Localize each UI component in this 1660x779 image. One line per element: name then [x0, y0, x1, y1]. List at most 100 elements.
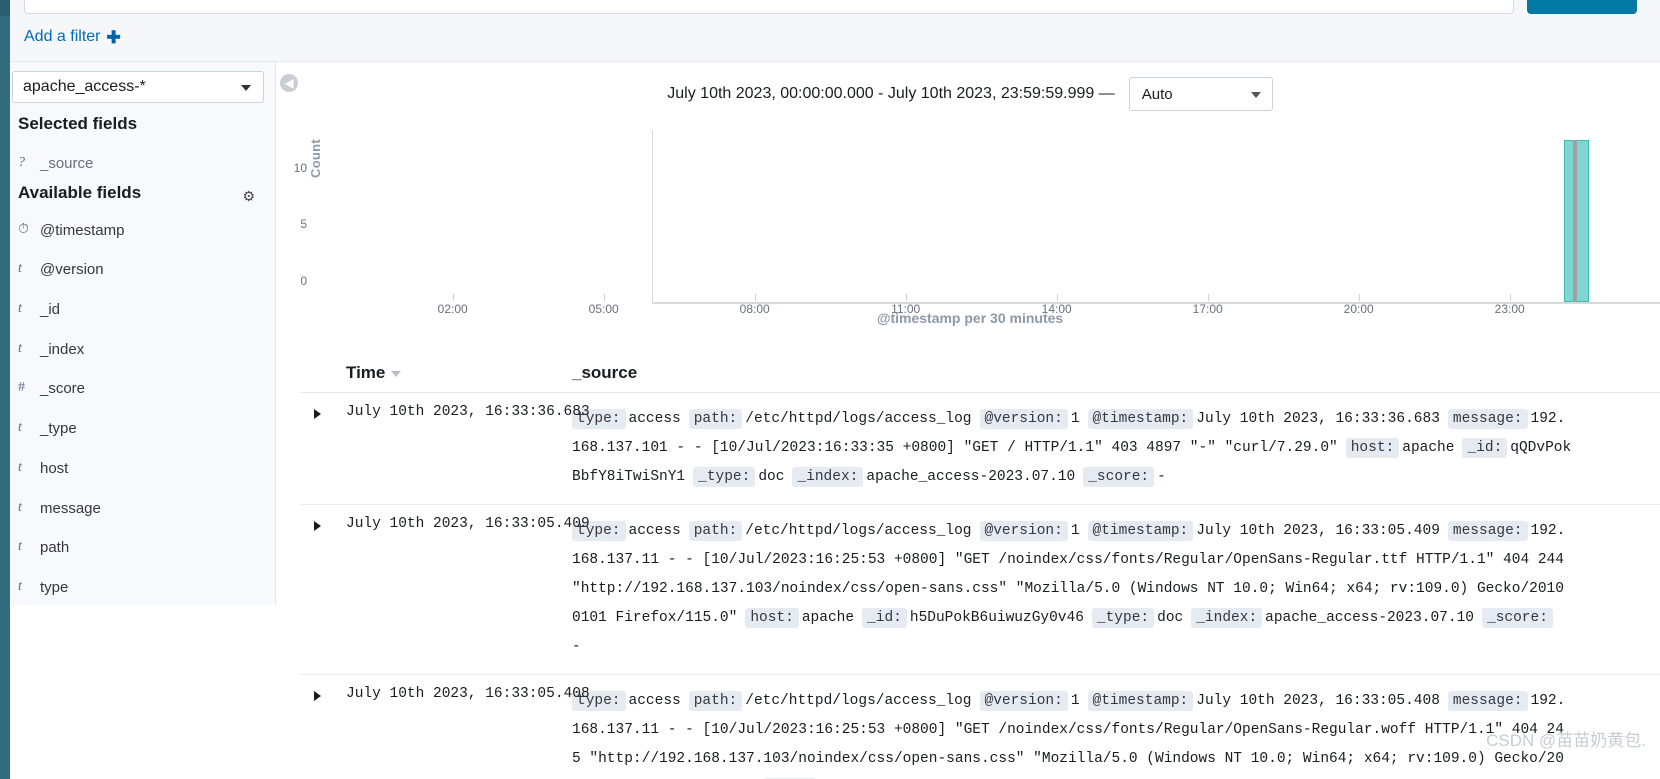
field-type-text-icon: t: [18, 420, 22, 435]
field-sidebar: apache_access-* Selected fields ? _sourc…: [0, 62, 276, 605]
left-rail-sidebar: [0, 62, 10, 605]
column-header-source[interactable]: _source: [572, 363, 637, 383]
table-header-row: Time _source: [300, 355, 1660, 393]
interval-value: Auto: [1141, 85, 1173, 103]
search-button[interactable]: [1527, 0, 1637, 14]
sidebar-field-score[interactable]: # _score: [18, 375, 258, 401]
field-type-text-icon: t: [18, 539, 22, 554]
query-input[interactable]: [24, 0, 1514, 14]
histogram-bar[interactable]: [1564, 140, 1589, 302]
x-tick-label: 20:00: [1343, 302, 1374, 316]
chevron-left-icon[interactable]: ◀: [280, 74, 298, 92]
source-field-value: apache_access-2023.07.10: [866, 469, 1076, 485]
documents-table: Time _source July 10th 2023, 16:33:36.68…: [300, 355, 1660, 779]
expand-row-icon[interactable]: [314, 691, 321, 701]
x-tick-mark: [1358, 294, 1360, 301]
column-header-time[interactable]: Time: [346, 363, 402, 383]
source-field-key: _score:: [1083, 467, 1155, 487]
field-name: message: [40, 499, 101, 517]
source-field-value: access: [628, 693, 681, 709]
field-name: type: [40, 578, 69, 596]
source-field-key: _id:: [862, 608, 907, 628]
source-field-key: @timestamp:: [1087, 521, 1194, 541]
field-name: @timestamp: [40, 221, 125, 239]
source-field-key: @version:: [979, 521, 1068, 541]
sort-desc-icon[interactable]: [391, 370, 402, 377]
source-field-key: message:: [1447, 409, 1528, 429]
expand-row-icon[interactable]: [314, 521, 321, 531]
index-pattern-value: apache_access-*: [23, 78, 146, 95]
source-field-key: path:: [688, 409, 743, 429]
cell-time: July 10th 2023, 16:33:05.408: [346, 686, 590, 702]
sidebar-field-timestamp[interactable]: ⏱ @timestamp: [18, 217, 258, 243]
source-field-value: 1: [1070, 693, 1080, 709]
sidebar-field-type-meta[interactable]: t _type: [18, 415, 258, 441]
source-field-value: access: [628, 523, 681, 539]
index-pattern-select[interactable]: apache_access-*: [12, 71, 264, 103]
add-filter-label: Add a filter: [24, 28, 101, 45]
source-field-key: _type:: [1091, 608, 1155, 628]
x-tick-label: 23:00: [1494, 302, 1525, 316]
source-field-value: /etc/httpd/logs/access_log: [745, 693, 972, 709]
filter-bar: Add a filter ✚: [0, 16, 1660, 62]
source-field-key: path:: [688, 691, 743, 711]
chart-y-axis-title: Count: [308, 138, 323, 178]
source-field-value: access: [628, 411, 681, 427]
table-row[interactable]: July 10th 2023, 16:33:05.409 type: access p…: [300, 505, 1660, 675]
sidebar-field-path[interactable]: t path: [18, 534, 258, 560]
chart-plot-area[interactable]: [652, 130, 1660, 302]
table-body: July 10th 2023, 16:33:36.683 type: access p…: [300, 393, 1660, 779]
x-tick-label: 17:00: [1192, 302, 1223, 316]
source-field-key: _index:: [1191, 608, 1263, 628]
source-field-value: July 10th 2023, 16:33:05.409: [1196, 523, 1440, 539]
field-name: _id: [40, 300, 61, 318]
source-field-value: apache: [801, 610, 855, 626]
field-type-unknown-icon: ?: [18, 155, 25, 170]
time-range-header: July 10th 2023, 00:00:00.000 - July 10th…: [300, 74, 1640, 114]
field-type-text-icon: t: [18, 301, 22, 316]
source-field-key: @version:: [979, 409, 1068, 429]
sidebar-field-host[interactable]: t host: [18, 455, 258, 481]
field-type-text-icon: t: [18, 579, 22, 594]
sidebar-field-index[interactable]: t _index: [18, 336, 258, 362]
cell-source: type: access path:/etc/httpd/logs/access_l…: [572, 405, 1572, 492]
field-name: @version: [40, 260, 104, 278]
add-filter-button[interactable]: Add a filter ✚: [24, 28, 121, 46]
cell-time: July 10th 2023, 16:33:36.683: [346, 404, 590, 420]
sidebar-field-version[interactable]: t @version: [18, 256, 258, 282]
time-range-label[interactable]: July 10th 2023, 00:00:00.000 - July 10th…: [667, 85, 1114, 103]
source-field-key: _score:: [1482, 608, 1553, 628]
x-tick-label: 02:00: [437, 302, 468, 316]
x-tick-mark: [1056, 294, 1058, 301]
chevron-down-icon: [241, 85, 251, 91]
expand-row-icon[interactable]: [314, 409, 321, 419]
source-field-value: 1: [1070, 523, 1080, 539]
sidebar-field-id[interactable]: t _id: [18, 296, 258, 322]
table-row[interactable]: July 10th 2023, 16:33:05.408 type: access p…: [300, 675, 1660, 779]
x-tick-mark: [905, 294, 907, 301]
field-type-text-icon: t: [18, 500, 22, 515]
interval-select[interactable]: Auto: [1128, 77, 1273, 111]
sidebar-field-message[interactable]: t message: [18, 495, 258, 521]
sidebar-field-type[interactable]: t type: [18, 574, 258, 600]
available-fields-heading: Available fields: [18, 183, 142, 202]
field-name: path: [40, 538, 70, 556]
source-field-value: apache_access-2023.07.10: [1265, 610, 1474, 626]
table-row[interactable]: July 10th 2023, 16:33:36.683 type: access p…: [300, 393, 1660, 505]
source-field-value: doc: [758, 469, 785, 485]
field-name: _score: [40, 379, 86, 397]
source-field-key: _type:: [693, 467, 756, 487]
gear-icon[interactable]: ⚙: [242, 188, 255, 205]
sidebar-field-_source[interactable]: ? _source: [18, 150, 258, 176]
chart-x-axis-title: @timestamp per 30 minutes: [876, 310, 1064, 326]
source-field-value: /etc/httpd/logs/access_log: [745, 411, 972, 427]
source-field-key: path:: [688, 521, 743, 541]
source-field-value: July 10th 2023, 16:33:05.408: [1196, 693, 1440, 709]
x-tick-mark: [1509, 294, 1511, 301]
selected-fields-heading: Selected fields: [18, 114, 138, 133]
x-tick-mark: [603, 294, 605, 301]
field-type-text-icon: t: [18, 460, 22, 475]
chart-gridline: [1573, 140, 1577, 302]
query-bar-strip: [0, 0, 1660, 16]
source-field-value: apache: [1402, 440, 1455, 456]
